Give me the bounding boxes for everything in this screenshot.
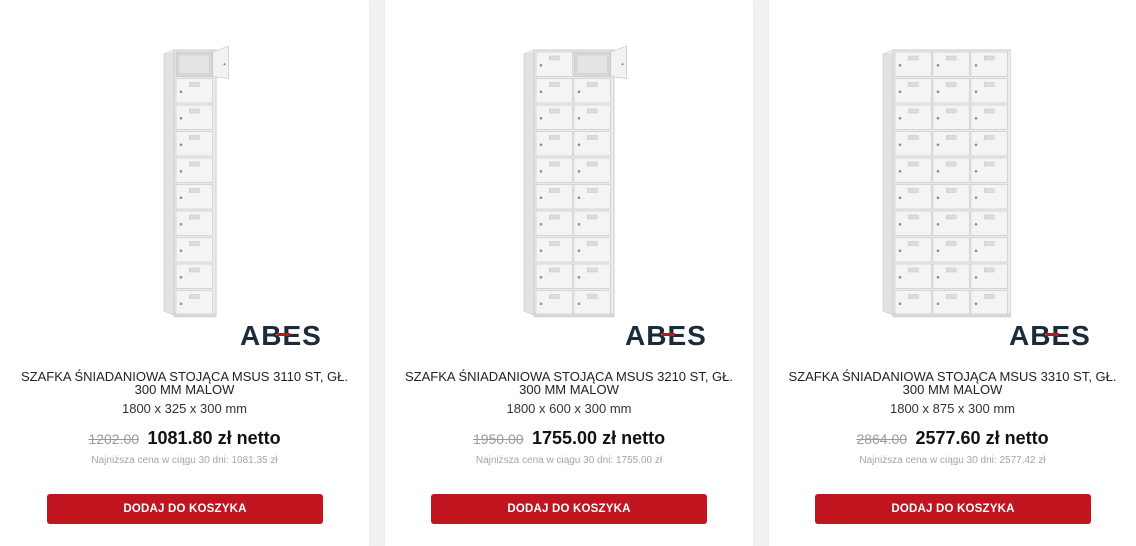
add-to-cart-button[interactable]: DODAJ DO KOSZYKA [47, 494, 323, 524]
lowest-price-note: Najniższa cena w ciągu 30 dni: 1755.00 z… [475, 455, 663, 466]
abes-logo: ABES [1009, 320, 1090, 351]
price-row: 2864.00 2577.60 zł netto [769, 428, 1136, 449]
locker-cabinet-image[interactable] [124, 40, 254, 325]
product-dimensions: 1800 x 325 x 300 mm [121, 401, 248, 416]
lowest-price-note: Najniższa cena w ciągu 30 dni: 1081.35 z… [91, 455, 278, 466]
product-card[interactable]: ABES SZAFKA ŚNIADANIOWA STOJĄCA MSUS 311… [0, 0, 369, 546]
product-dimensions: 1800 x 600 x 300 mm [506, 401, 632, 416]
old-price: 1950.00 [472, 431, 524, 447]
old-price: 1202.00 [88, 431, 140, 447]
lowest-price-note: Najniższa cena w ciągu 30 dni: 2577.42 z… [859, 455, 1046, 466]
current-price: 2577.60 zł netto [915, 428, 1049, 448]
add-to-cart-button[interactable]: DODAJ DO KOSZYKA [431, 494, 707, 524]
product-title[interactable]: SZAFKA ŚNIADANIOWA STOJĄCA MSUS 3210 ST,… [399, 370, 739, 396]
locker-cabinet-image[interactable] [503, 40, 633, 325]
current-price: 1081.80 zł netto [147, 428, 281, 448]
old-price: 2864.00 [856, 431, 908, 447]
product-title[interactable]: SZAFKA ŚNIADANIOWA STOJĄCA MSUS 3310 ST,… [783, 370, 1122, 396]
product-card[interactable]: ABES SZAFKA ŚNIADANIOWA STOJĄCA MSUS 331… [769, 0, 1136, 546]
product-title[interactable]: SZAFKA ŚNIADANIOWA STOJĄCA MSUS 3110 ST,… [14, 370, 355, 396]
product-dimensions: 1800 x 875 x 300 mm [889, 401, 1016, 416]
current-price: 1755.00 zł netto [532, 428, 666, 448]
abes-logo: ABES [625, 320, 706, 351]
locker-cabinet-image[interactable] [881, 40, 1011, 325]
price-row: 1202.00 1081.80 zł netto [0, 428, 369, 449]
product-card[interactable]: ABES SZAFKA ŚNIADANIOWA STOJĄCA MSUS 321… [385, 0, 753, 546]
abes-logo: ABES [240, 320, 321, 351]
price-row: 1950.00 1755.00 zł netto [385, 428, 753, 449]
add-to-cart-button[interactable]: DODAJ DO KOSZYKA [815, 494, 1091, 524]
